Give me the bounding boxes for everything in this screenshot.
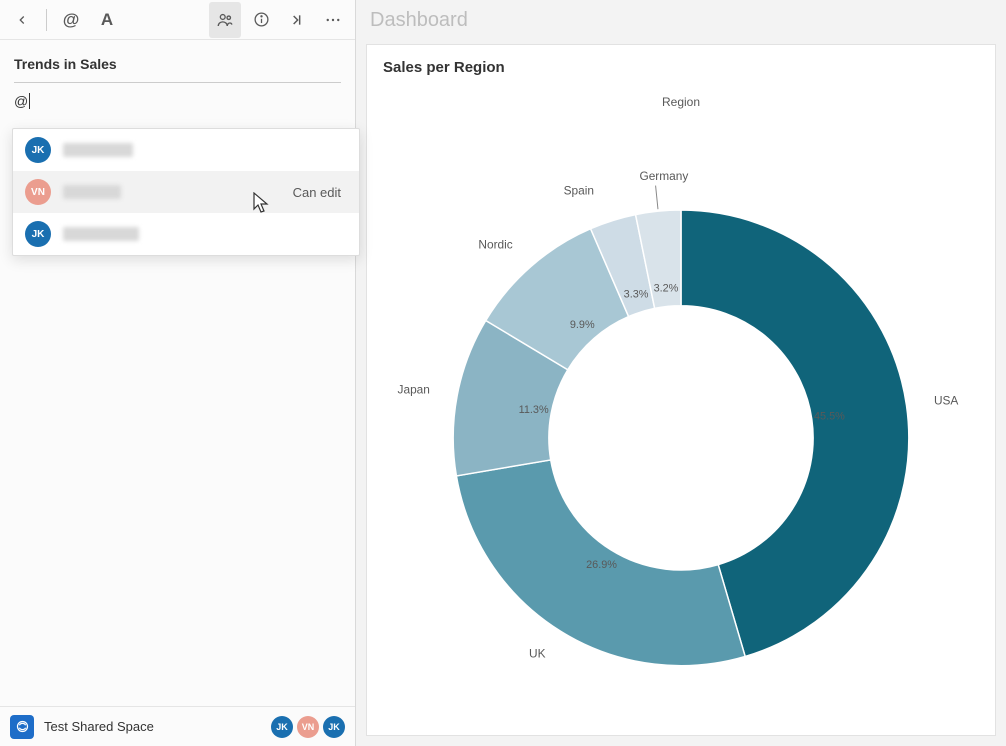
slice-percent: 11.3% [519,404,549,416]
slice-percent: 3.3% [624,289,649,301]
space-icon [10,715,34,739]
avatar[interactable]: JK [271,716,293,738]
avatar: VN [25,179,51,205]
text-caret [29,93,30,109]
mention-suggestion-item[interactable]: JK [13,213,359,255]
info-button[interactable] [245,2,277,38]
chart-title: Sales per Region [367,45,995,80]
slice-percent: 9.9% [570,319,595,331]
donut-chart: USA 45.5% UK 26.9% Japan 11.3% Nordic 9.9% Spain… [367,111,995,735]
mention-suggestions-popup: JK VN Can edit JK [12,128,360,256]
legend-title: Region [367,95,995,109]
text-style-button[interactable]: A [91,2,123,38]
more-button[interactable] [317,2,349,38]
footer-avatars: JK VN JK [271,716,345,738]
redacted-name [63,185,121,199]
avatar: JK [25,137,51,163]
mention-suggestion-item[interactable]: JK [13,129,359,171]
notes-sidebar: @ A Trends in Sales [0,0,356,746]
slice-percent: 26.9% [586,559,617,571]
slice-percent: 45.5% [814,410,845,422]
permission-label: Can edit [293,185,341,200]
slice-label: Germany [639,169,688,183]
slice-label: Nordic [478,238,512,252]
mention-button[interactable]: @ [55,2,87,38]
slice-label: Japan [398,383,430,397]
people-button[interactable] [209,2,241,38]
collapse-button[interactable] [281,2,313,38]
sidebar-toolbar: @ A [0,0,355,40]
sidebar-footer: Test Shared Space JK VN JK [0,706,355,746]
slice-label: Spain [564,183,594,197]
slice-percent: 3.2% [654,283,679,295]
redacted-name [63,227,139,241]
avatar: JK [25,221,51,247]
space-name: Test Shared Space [44,719,261,734]
main-panel: Dashboard Sales per Region Region USA 45.… [356,0,1006,746]
note-title: Trends in Sales [14,50,341,83]
page-title: Dashboard [356,0,1006,40]
slice-label: USA [934,394,958,408]
slice-label: UK [529,647,546,661]
avatar[interactable]: JK [323,716,345,738]
back-button[interactable] [6,2,38,38]
toolbar-separator [46,9,47,31]
avatar[interactable]: VN [297,716,319,738]
mention-suggestion-item[interactable]: VN Can edit [13,171,359,213]
chart-card: Sales per Region Region USA 45.5% UK 26.9% J… [366,44,996,736]
note-body[interactable]: @ [14,93,341,109]
redacted-name [63,143,133,157]
mention-input[interactable]: @ [14,93,28,109]
